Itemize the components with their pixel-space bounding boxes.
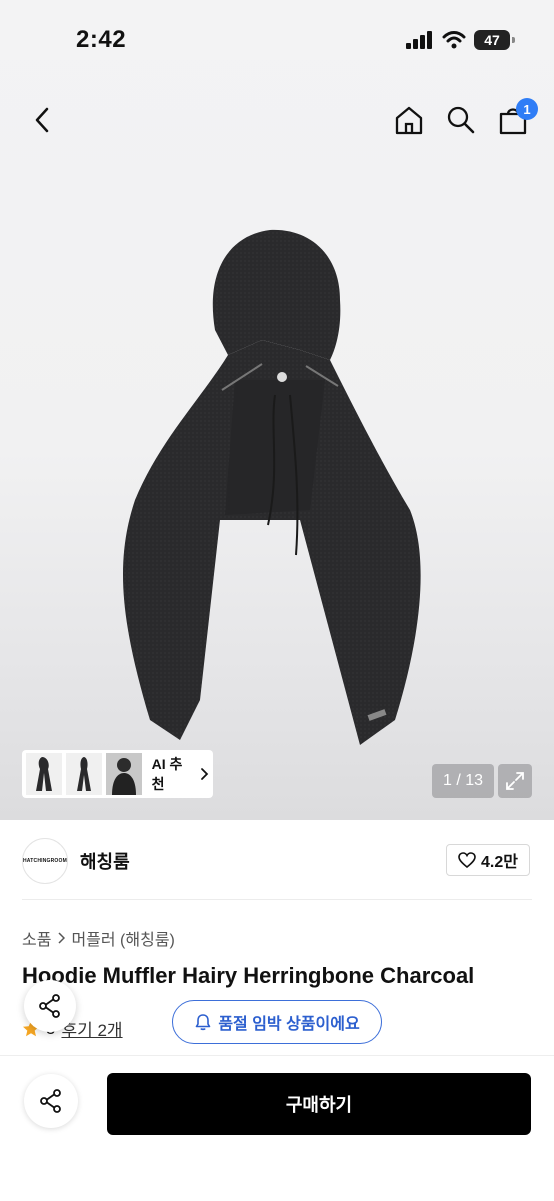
bell-icon [196,1014,211,1031]
search-icon [447,106,475,134]
product-title: Hoodie Muffler Hairy Herringbone Charcoa… [22,963,475,988]
signal-icon [406,31,432,49]
image-counter: 1 / 13 [432,764,494,798]
thumbnail-2[interactable] [65,753,102,795]
back-button[interactable] [22,100,62,140]
breadcrumb-item-subcategory[interactable]: 머플러 (해칭룸) [71,926,174,950]
status-time: 2:42 [76,26,127,53]
expand-image-button[interactable] [498,764,532,798]
breadcrumb: 소품 머플러 (해칭룸) [22,926,175,950]
top-nav-actions: 1 [390,98,538,140]
thumbnail-image [35,757,52,791]
cart-count-badge: 1 [516,98,538,120]
thumbnail-image [76,757,91,791]
store-logo[interactable]: HATCHINGROOM [22,838,68,884]
home-icon [395,106,423,135]
status-icons: 47 [406,30,515,50]
wifi-icon [442,31,466,49]
chevron-right-icon [201,768,209,780]
heart-icon [458,852,476,868]
home-button[interactable] [390,100,428,140]
thumbnail-3[interactable] [105,753,142,795]
share-button[interactable] [24,1074,78,1128]
cart-button[interactable]: 1 [494,98,538,140]
share-icon [39,994,60,1018]
like-count: 4.2만 [481,854,518,871]
share-icon [40,1089,61,1113]
search-button[interactable] [442,100,480,140]
store-name[interactable]: 해칭룸 [80,848,130,874]
thumbnail-strip: AI 추천 [22,750,213,798]
chevron-left-icon [35,107,49,133]
breadcrumb-item-category[interactable]: 소품 [22,926,51,950]
thumbnail-1[interactable] [26,753,62,795]
buy-button[interactable]: 구매하기 [107,1073,531,1135]
floating-share-button[interactable] [24,980,76,1032]
stock-notice-text: 품절 임박 상품이에요 [218,1016,360,1033]
battery-icon: 47 [474,30,515,50]
ai-recommend-link[interactable]: AI 추천 [152,754,209,794]
expand-icon [506,772,524,790]
ai-recommend-label: AI 추천 [151,756,183,792]
thumbnail-image [105,753,142,795]
stock-notice-pill[interactable]: 품절 임박 상품이에요 [172,1000,382,1044]
store-logo-text: HATCHINGROOM [23,858,67,864]
divider [22,899,532,900]
chevron-right-icon [58,932,66,944]
like-button[interactable]: 4.2만 [446,844,530,876]
